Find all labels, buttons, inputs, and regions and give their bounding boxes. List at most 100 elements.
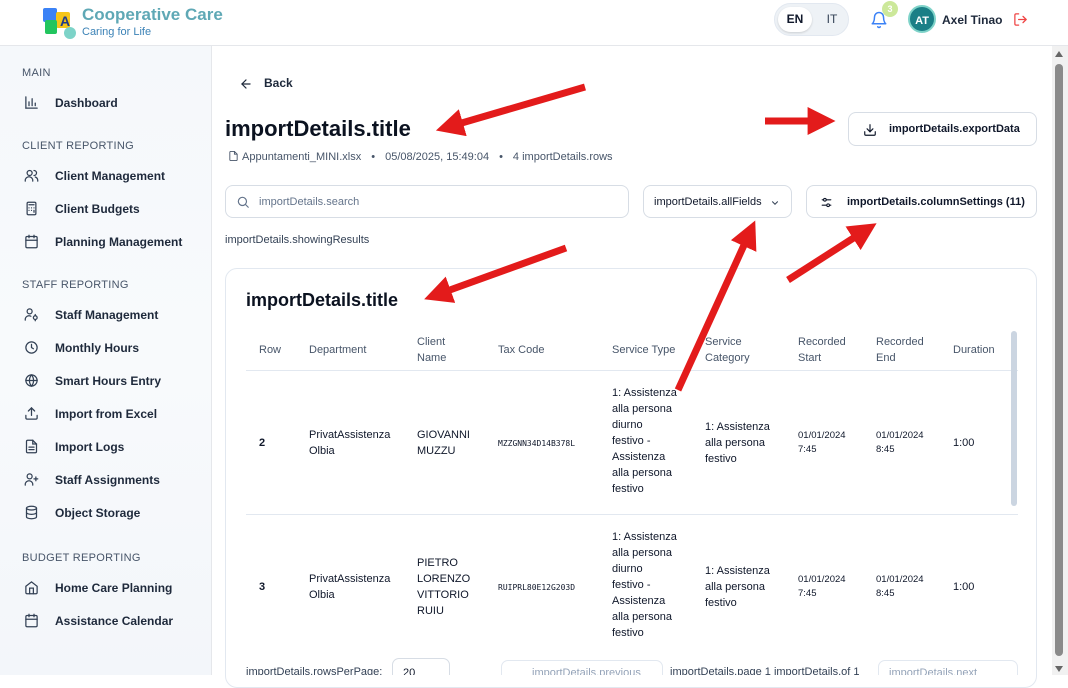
rows-per-page-select[interactable]: 20 xyxy=(392,658,450,675)
logout-icon[interactable] xyxy=(1013,12,1028,27)
language-it-button[interactable]: IT xyxy=(817,7,847,32)
next-page-button[interactable]: importDetails.next xyxy=(878,660,1018,675)
cooperative-care-logo[interactable]: A xyxy=(42,6,76,40)
scrollbar-thumb[interactable] xyxy=(1055,64,1063,656)
back-button[interactable]: Back xyxy=(239,76,309,92)
sidebar-item-monthly-hours[interactable]: Monthly Hours xyxy=(24,338,204,358)
calendar-icon xyxy=(25,613,38,628)
user-cog-icon xyxy=(24,308,38,322)
next-label: importDetails.next xyxy=(889,667,978,675)
globe-icon xyxy=(25,374,38,388)
sidebar-item-object-storage[interactable]: Object Storage xyxy=(24,503,204,523)
sidebar-item-dashboard[interactable]: Dashboard xyxy=(24,93,204,113)
column-settings-label: importDetails.columnSettings (11) xyxy=(847,196,1025,208)
sidebar-item-label: Planning Management xyxy=(55,235,183,249)
home-icon xyxy=(25,581,38,595)
bar-chart-icon xyxy=(25,96,38,109)
clock-icon xyxy=(25,341,38,354)
row-count: 4 importDetails.rows xyxy=(512,151,613,163)
scroll-down-icon[interactable] xyxy=(1055,666,1063,672)
cell-recorded-end: 01/01/2024 8:45 xyxy=(876,430,924,455)
sidebar-item-import-from-excel[interactable]: Import from Excel xyxy=(24,404,204,424)
sidebar-item-client-budgets[interactable]: Client Budgets xyxy=(24,199,204,219)
cell-row: 3 xyxy=(259,581,266,593)
sliders-icon xyxy=(821,197,832,208)
chevron-down-icon xyxy=(771,201,779,205)
cell-tax-code: MZZGNN34D14B378L xyxy=(498,439,576,448)
sidebar-item-label: Client Management xyxy=(55,169,166,183)
user-name[interactable]: Axel Tinao xyxy=(942,13,1002,27)
export-data-button[interactable]: importDetails.exportData xyxy=(848,112,1037,146)
sidebar-item-label: Dashboard xyxy=(55,96,118,110)
search-input[interactable] xyxy=(259,193,619,211)
field-filter-select[interactable]: importDetails.allFields xyxy=(643,185,792,218)
column-header-duration[interactable]: Duration xyxy=(953,342,995,358)
sidebar-section-budget-reporting: BUDGET REPORTING xyxy=(22,552,141,564)
table-row[interactable]: 3 PrivatAssistenza Olbia PIETRO LORENZO VIT… xyxy=(246,515,1018,659)
cell-row: 2 xyxy=(259,437,266,449)
cell-service-category: 1: Assistenza alla persona festivo xyxy=(705,565,770,609)
scroll-up-icon[interactable] xyxy=(1055,51,1063,57)
sidebar-item-import-logs[interactable]: Import Logs xyxy=(24,437,204,457)
column-header-tax-code[interactable]: Tax Code xyxy=(498,342,544,358)
sidebar-item-smart-hours-entry[interactable]: Smart Hours Entry xyxy=(24,371,204,391)
sidebar-item-staff-management[interactable]: Staff Management xyxy=(24,305,204,325)
column-header-service-category[interactable]: Service Category xyxy=(705,334,750,366)
top-bar: A Cooperative Care Caring for Life EN IT… xyxy=(0,0,1068,46)
cell-client-name: GIOVANNI MUZZU xyxy=(417,429,470,457)
sidebar-item-home-care-planning[interactable]: Home Care Planning xyxy=(24,578,204,598)
sidebar-section-client-reporting: CLIENT REPORTING xyxy=(22,140,134,152)
column-settings-button[interactable]: importDetails.columnSettings (11) xyxy=(806,185,1037,218)
column-header-row[interactable]: Row xyxy=(259,342,281,358)
import-timestamp: 05/08/2025, 15:49:04 xyxy=(385,151,490,163)
user-avatar[interactable]: AT xyxy=(908,5,936,33)
calculator-icon xyxy=(26,201,37,216)
column-header-recorded-end[interactable]: Recorded End xyxy=(876,334,924,366)
pagination: importDetails.rowsPerPage: 20 importDeta… xyxy=(225,654,1037,675)
language-en-button[interactable]: EN xyxy=(778,7,812,32)
users-icon xyxy=(24,169,39,182)
column-header-department[interactable]: Department xyxy=(309,342,366,358)
import-meta: Appuntamenti_MINI.xlsx • 05/08/2025, 15:49… xyxy=(228,150,613,163)
showing-results-text: importDetails.showingResults xyxy=(225,234,370,246)
column-header-client-name[interactable]: Client Name xyxy=(417,334,446,366)
table-row[interactable]: 2 PrivatAssistenza Olbia GIOVANNI MUZZU MZ… xyxy=(246,371,1018,515)
sidebar-item-label: Object Storage xyxy=(55,506,141,520)
previous-page-button[interactable]: importDetails.previous xyxy=(501,660,663,675)
database-icon xyxy=(25,505,38,520)
field-filter-value: importDetails.allFields xyxy=(654,196,762,208)
sidebar-section-main: MAIN xyxy=(22,67,51,79)
sidebar-item-label: Smart Hours Entry xyxy=(55,374,162,388)
sidebar-item-label: Monthly Hours xyxy=(55,341,139,355)
sidebar-item-planning-management[interactable]: Planning Management xyxy=(24,232,204,252)
export-data-label: importDetails.exportData xyxy=(889,123,1020,135)
calendar-icon xyxy=(25,234,38,249)
sidebar-item-client-management[interactable]: Client Management xyxy=(24,166,204,186)
cell-department: PrivatAssistenza Olbia xyxy=(309,429,391,457)
cell-service-category: 1: Assistenza alla persona festivo xyxy=(705,421,770,465)
notification-badge: 3 xyxy=(882,1,898,17)
sidebar-item-label: Assistance Calendar xyxy=(55,614,174,628)
cell-service-type: 1: Assistenza alla persona diurno festivo -… xyxy=(612,531,677,639)
user-plus-icon xyxy=(24,473,39,486)
file-name: Appuntamenti_MINI.xlsx xyxy=(242,151,362,163)
table-scrollbar[interactable] xyxy=(1011,331,1017,506)
page-scrollbar[interactable] xyxy=(1052,46,1068,675)
sidebar-item-label: Client Budgets xyxy=(55,202,140,216)
column-header-service-type[interactable]: Service Type xyxy=(612,342,675,358)
sidebar-item-assistance-calendar[interactable]: Assistance Calendar xyxy=(24,611,204,631)
cell-client-name: PIETRO LORENZO VITTORIO RUIU xyxy=(417,557,471,617)
upload-icon xyxy=(25,406,38,420)
cell-duration: 1:00 xyxy=(953,581,975,593)
sidebar-item-staff-assignments[interactable]: Staff Assignments xyxy=(24,470,204,490)
page-title: importDetails.title xyxy=(225,116,411,141)
column-header-recorded-start[interactable]: Recorded Start xyxy=(798,334,846,366)
table-header: Row Department Client Name Tax Code Servi… xyxy=(246,329,1018,371)
sidebar-item-label: Import from Excel xyxy=(55,407,158,421)
brand-title: Cooperative Care xyxy=(82,5,223,24)
main-content: Back importDetails.title Appuntamenti_MI… xyxy=(212,46,1058,688)
cell-recorded-end: 01/01/2024 8:45 xyxy=(876,574,924,599)
file-text-icon xyxy=(25,439,38,454)
cell-duration: 1:00 xyxy=(953,437,975,449)
sidebar-item-label: Staff Management xyxy=(55,308,159,322)
